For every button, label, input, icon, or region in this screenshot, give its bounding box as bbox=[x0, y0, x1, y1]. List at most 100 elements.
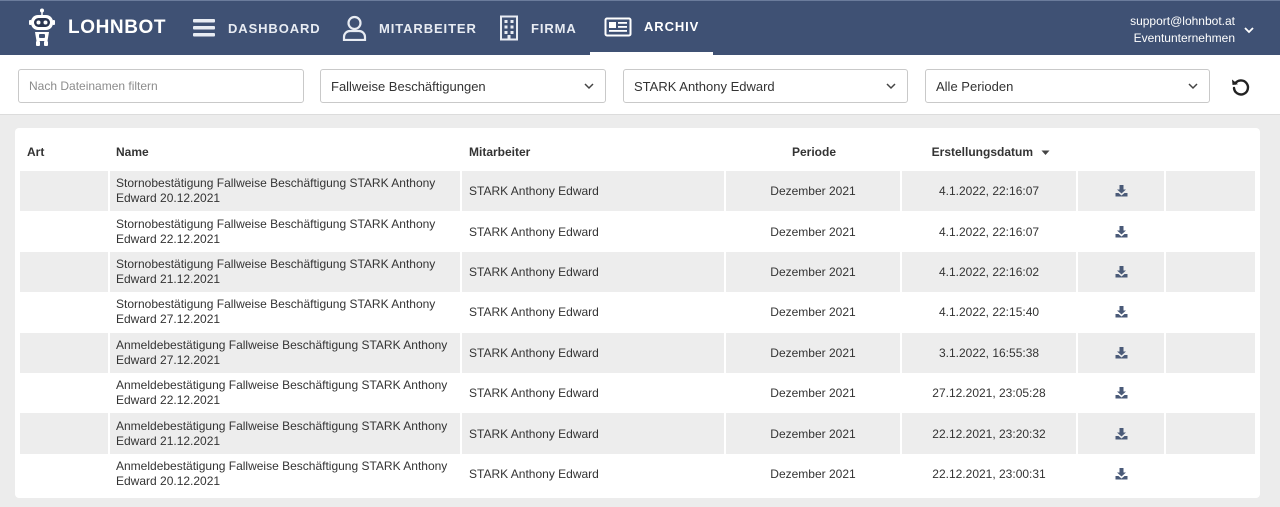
cell-art bbox=[20, 454, 108, 494]
table-body: Stornobestätigung Fallweise Beschäftigun… bbox=[20, 171, 1255, 494]
cell-spacer bbox=[1166, 211, 1255, 251]
user-email: support@lohnbot.at bbox=[1130, 14, 1235, 28]
brand-name: LOHNBOT bbox=[68, 17, 167, 38]
column-header-art: Art bbox=[27, 145, 45, 159]
cell-spacer bbox=[1166, 251, 1255, 293]
employee-select[interactable]: STARK Anthony Edward bbox=[623, 69, 908, 103]
cell-periode: Dezember 2021 bbox=[770, 224, 856, 239]
cell-periode: Dezember 2021 bbox=[726, 332, 900, 373]
cell-periode: Dezember 2021 bbox=[726, 413, 900, 454]
cell-mitarbeiter: STARK Anthony Edward bbox=[462, 171, 724, 212]
cell-periode: Dezember 2021 bbox=[726, 251, 900, 293]
cell-name: Stornobestätigung Fallweise Beschäftigun… bbox=[116, 216, 436, 246]
cell-name: Stornobestätigung Fallweise Beschäftigun… bbox=[110, 171, 460, 212]
download-button[interactable] bbox=[1078, 292, 1164, 332]
cell-spacer bbox=[1166, 292, 1255, 332]
nav-archiv[interactable]: ARCHIV bbox=[590, 1, 714, 55]
nav-firma-label: FIRMA bbox=[531, 20, 577, 36]
filter-bar: Fallweise Beschäftigungen STARK Anthony … bbox=[0, 55, 1280, 115]
cell-art bbox=[20, 171, 108, 212]
nav-dashboard[interactable]: DASHBOARD bbox=[192, 1, 321, 55]
top-navbar: LOHNBOT DASHBOARD MITARBEITER FIRMA ARCH… bbox=[0, 0, 1280, 55]
cell-spacer bbox=[1166, 373, 1255, 413]
cell-name: Anmeldebestätigung Fallweise Beschäftigu… bbox=[116, 458, 448, 488]
cell-name: Anmeldebestätigung Fallweise Beschäftigu… bbox=[110, 332, 460, 373]
download-icon bbox=[1115, 427, 1127, 440]
download-button[interactable] bbox=[1078, 454, 1164, 494]
table-row: Stornobestätigung Fallweise Beschäftigun… bbox=[20, 171, 1255, 212]
filename-filter-input[interactable] bbox=[29, 70, 293, 102]
cell-art bbox=[20, 373, 108, 413]
cell-spacer bbox=[1166, 454, 1255, 494]
nav-mitarbeiter-label: MITARBEITER bbox=[379, 20, 477, 36]
download-icon bbox=[1115, 467, 1127, 480]
menu-icon bbox=[193, 19, 215, 37]
cell-mitarbeiter: STARK Anthony Edward bbox=[462, 413, 724, 454]
employee-select-value: STARK Anthony Edward bbox=[634, 78, 775, 94]
reset-filters-button[interactable] bbox=[1229, 75, 1253, 99]
cell-name: Anmeldebestätigung Fallweise Beschäftigu… bbox=[116, 378, 448, 408]
archive-table: Art Name Mitarbeiter Periode Erstellungs… bbox=[15, 128, 1260, 498]
table-row: Stornobestätigung Fallweise Beschäftigun… bbox=[20, 251, 1255, 293]
cell-erstellungsdatum: 3.1.2022, 16:55:38 bbox=[902, 332, 1076, 373]
download-icon bbox=[1115, 185, 1127, 197]
download-button[interactable] bbox=[1078, 332, 1164, 373]
cell-mitarbeiter: STARK Anthony Edward bbox=[462, 332, 724, 373]
column-header-erstellungsdatum-label: Erstellungsdatum bbox=[931, 145, 1033, 159]
brand[interactable]: LOHNBOT bbox=[27, 1, 166, 55]
cell-mitarbeiter: STARK Anthony Edward bbox=[469, 224, 599, 239]
download-icon bbox=[1115, 387, 1127, 399]
cell-erstellungsdatum: 4.1.2022, 22:15:40 bbox=[938, 305, 1040, 320]
table-row: Stornobestätigung Fallweise Beschäftigun… bbox=[20, 292, 1255, 332]
cell-art bbox=[20, 211, 108, 251]
download-icon bbox=[1115, 225, 1127, 238]
download-button[interactable] bbox=[1078, 251, 1164, 293]
cell-periode: Dezember 2021 bbox=[726, 171, 900, 212]
nav-mitarbeiter[interactable]: MITARBEITER bbox=[342, 1, 477, 55]
type-select[interactable]: Fallweise Beschäftigungen bbox=[320, 69, 606, 103]
table-row: Anmeldebestätigung Fallweise Beschäftigu… bbox=[20, 454, 1255, 494]
cell-erstellungsdatum: 27.12.2021, 23:05:28 bbox=[932, 386, 1046, 401]
cell-erstellungsdatum: 22.12.2021, 23:00:31 bbox=[932, 466, 1046, 481]
nav-firma[interactable]: FIRMA bbox=[499, 1, 577, 55]
table-header: Art Name Mitarbeiter Periode Erstellungs… bbox=[15, 128, 1260, 171]
download-button[interactable] bbox=[1078, 413, 1164, 454]
cell-erstellungsdatum: 4.1.2022, 22:16:07 bbox=[938, 224, 1040, 239]
user-company: Eventunternehmen bbox=[1133, 31, 1235, 45]
nav-archiv-label: ARCHIV bbox=[644, 19, 700, 34]
table-row: Anmeldebestätigung Fallweise Beschäftigu… bbox=[20, 373, 1255, 413]
cell-periode: Dezember 2021 bbox=[770, 466, 856, 481]
download-button[interactable] bbox=[1078, 171, 1164, 212]
cell-spacer bbox=[1166, 171, 1255, 212]
filename-filter[interactable] bbox=[18, 69, 304, 103]
cell-mitarbeiter: STARK Anthony Edward bbox=[462, 251, 724, 293]
column-header-erstellungsdatum[interactable]: Erstellungsdatum bbox=[903, 145, 1079, 159]
cell-art bbox=[20, 332, 108, 373]
column-header-periode: Periode bbox=[791, 145, 836, 159]
download-button[interactable] bbox=[1078, 211, 1164, 251]
download-icon bbox=[1115, 306, 1127, 318]
chevron-down-icon bbox=[886, 83, 896, 90]
download-icon bbox=[1115, 346, 1127, 359]
table-row: Anmeldebestätigung Fallweise Beschäftigu… bbox=[20, 332, 1255, 373]
period-select[interactable]: Alle Perioden bbox=[925, 69, 1210, 103]
download-icon bbox=[1115, 265, 1127, 278]
type-select-value: Fallweise Beschäftigungen bbox=[331, 78, 486, 94]
column-header-mitarbeiter: Mitarbeiter bbox=[469, 145, 531, 159]
reset-icon bbox=[1232, 79, 1250, 96]
chevron-down-icon bbox=[1188, 83, 1198, 90]
newspaper-icon bbox=[604, 17, 632, 36]
nav-dashboard-label: DASHBOARD bbox=[228, 20, 321, 36]
user-menu[interactable]: support@lohnbot.at Eventunternehmen bbox=[1130, 13, 1254, 47]
cell-erstellungsdatum: 4.1.2022, 22:16:02 bbox=[902, 251, 1076, 293]
cell-spacer bbox=[1166, 332, 1255, 373]
cell-erstellungsdatum: 22.12.2021, 23:20:32 bbox=[902, 413, 1076, 454]
column-header-name: Name bbox=[116, 145, 149, 159]
user-icon bbox=[342, 15, 367, 41]
cell-art bbox=[20, 292, 108, 332]
download-button[interactable] bbox=[1078, 373, 1164, 413]
cell-mitarbeiter: STARK Anthony Edward bbox=[469, 466, 599, 481]
sort-desc-icon bbox=[1041, 150, 1050, 155]
cell-name: Stornobestätigung Fallweise Beschäftigun… bbox=[110, 251, 460, 293]
table-row: Anmeldebestätigung Fallweise Beschäftigu… bbox=[20, 413, 1255, 454]
